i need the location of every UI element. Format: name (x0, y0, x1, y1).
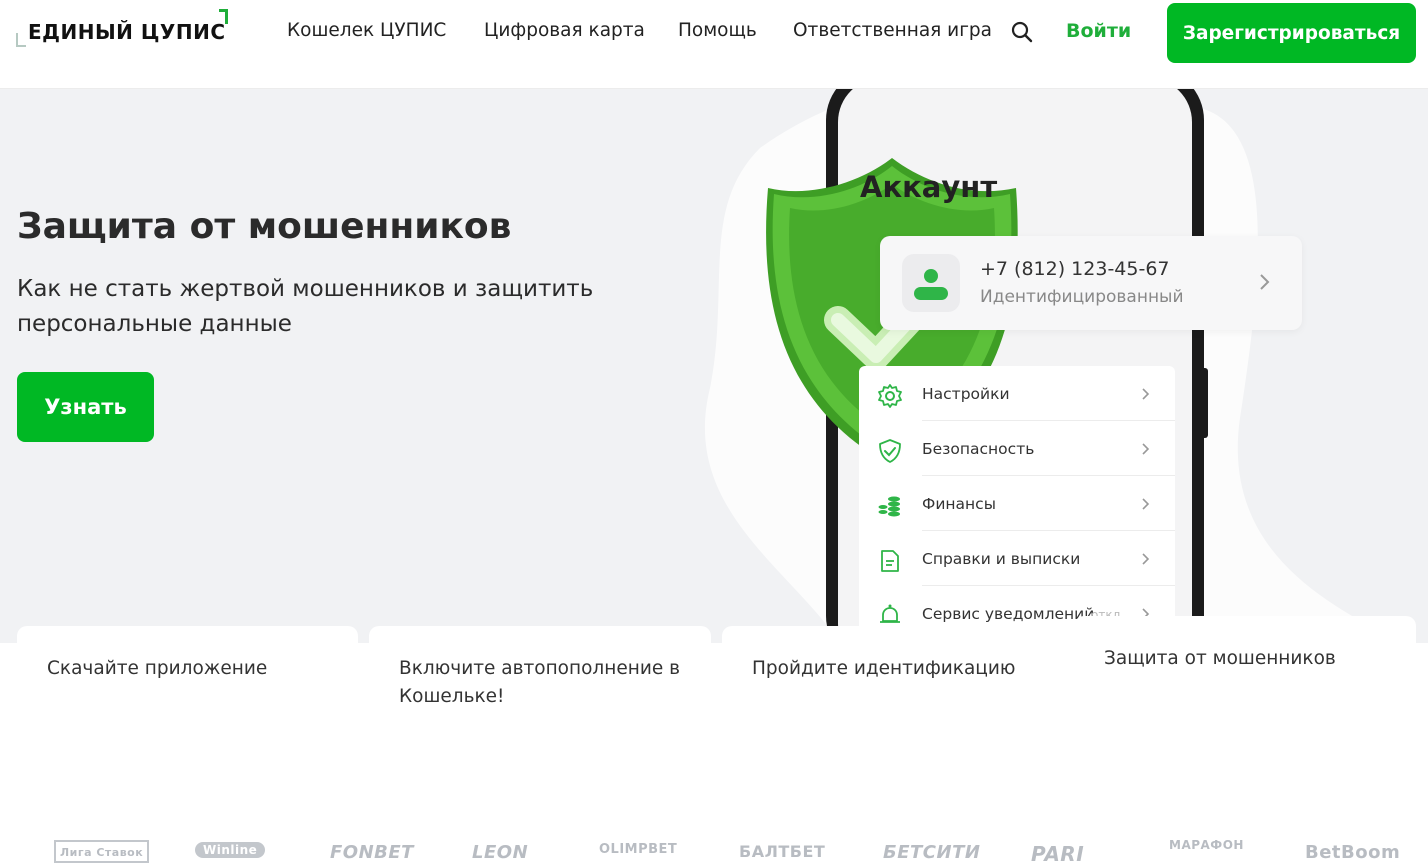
partner-logo[interactable]: FONBET (330, 842, 414, 863)
menu-item-label: Настройки (922, 385, 1010, 403)
card-identification[interactable]: Пройдите идентификацию (722, 626, 1064, 728)
logo-one-mark (219, 9, 228, 24)
learn-more-button[interactable]: Узнать (17, 372, 154, 442)
card-download-app[interactable]: Скачайте приложение (17, 626, 358, 728)
chevron-right-icon (1142, 553, 1150, 565)
menu-item-label: Сервис уведомлений (922, 605, 1095, 623)
partner-logo[interactable]: МАРАФОН (1169, 838, 1244, 852)
search-icon[interactable] (1010, 20, 1034, 44)
card-text: Включите автопополнение в Кошельке! (399, 658, 681, 707)
card-autopay[interactable]: Включите автопополнение в Кошельке! (369, 626, 711, 728)
login-link[interactable]: Войти (1066, 20, 1131, 42)
menu-item-settings[interactable]: Настройки (859, 366, 1175, 421)
menu-item-statements[interactable]: Справки и выписки (859, 531, 1175, 586)
partners-strip: Лига Ставок Winline FONBET LEON OLIMPBET… (0, 830, 1428, 868)
partner-logo[interactable]: Лига Ставок (54, 840, 150, 863)
partner-logo[interactable]: LEON (472, 842, 528, 863)
partner-logo[interactable]: OLIMPBET (599, 842, 677, 857)
avatar (902, 254, 960, 312)
menu-item-label: Финансы (922, 495, 996, 513)
menu-item-label: Справки и выписки (922, 550, 1081, 568)
account-card: +7 (812) 123-45-67 Идентифицированный (880, 236, 1302, 330)
shield-check-icon (879, 439, 901, 463)
nav-wallet[interactable]: Кошелек ЦУПИС (287, 20, 446, 48)
partner-logo[interactable]: БЕТСИТИ (883, 842, 980, 863)
menu-item-label: Безопасность (922, 440, 1035, 458)
hero-subtitle: Как не стать жертвой мошенников и защити… (17, 276, 594, 337)
menu-item-finance[interactable]: Финансы (859, 476, 1175, 531)
chevron-right-icon (1142, 498, 1150, 510)
menu-item-security[interactable]: Безопасность (859, 421, 1175, 476)
gear-icon (878, 384, 902, 408)
hero-banner: Защита от мошенников Как не стать жертво… (0, 88, 1428, 643)
site-header: ЕДИНЫЙ ЦУПИС Кошелек ЦУПИС Цифровая карт… (0, 0, 1428, 88)
hero-title: Защита от мошенников (17, 206, 512, 247)
partner-logo[interactable]: PARI (1031, 842, 1084, 866)
chevron-right-icon (1142, 388, 1150, 400)
partner-logo[interactable]: Winline (195, 842, 266, 858)
account-status: Идентифицированный (980, 287, 1184, 307)
chevron-right-icon (1142, 443, 1150, 455)
logo-corner-mark (16, 33, 26, 47)
logo-text: ЕДИНЫЙ ЦУПИС (28, 20, 226, 44)
document-icon (881, 550, 899, 572)
coins-icon (878, 496, 900, 517)
account-menu: Настройки Безопасность Финансы Справки и… (859, 366, 1175, 656)
partner-logo[interactable]: BetBoom (1305, 842, 1400, 863)
nav-digital-card[interactable]: Цифровая карта (484, 20, 645, 48)
card-text: Пройдите идентификацию (752, 658, 1016, 679)
user-icon (914, 269, 948, 300)
card-fraud-protection[interactable]: Защита от мошенников (1074, 616, 1416, 718)
nav-help[interactable]: Помощь (678, 20, 757, 48)
register-button[interactable]: Зарегистрироваться (1167, 3, 1416, 63)
card-text: Скачайте приложение (47, 658, 268, 679)
partner-logo[interactable]: БАЛТБЕТ (739, 842, 825, 861)
logo[interactable]: ЕДИНЫЙ ЦУПИС (16, 8, 231, 52)
chevron-right-icon (1260, 274, 1270, 290)
card-text: Защита от мошенников (1104, 648, 1336, 669)
nav-responsible-gaming[interactable]: Ответственная игра (793, 20, 992, 48)
account-title: Аккаунт (860, 170, 998, 204)
account-phone: +7 (812) 123-45-67 (980, 258, 1170, 280)
